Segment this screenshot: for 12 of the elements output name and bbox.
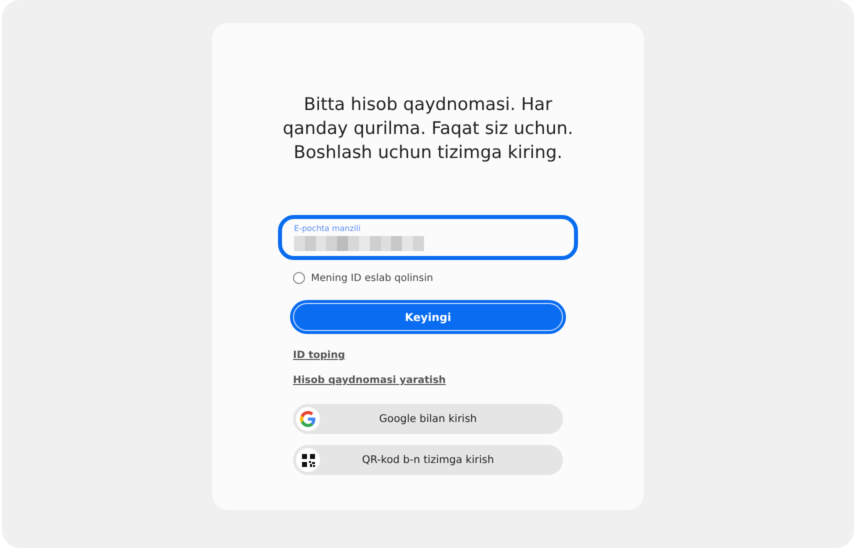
radio-button[interactable] (293, 272, 305, 284)
remember-id-option[interactable]: Mening ID eslab qolinsin (293, 272, 578, 284)
heading: Bitta hisob qaydnomasi. Har qanday qurilma. Faqat siz uchun. Boshlash uchun tizimga kiring. (282, 94, 574, 165)
field-label: E-pochta manzili (294, 224, 362, 233)
option-label: Mening ID eslab qolinsin (311, 272, 434, 284)
google-icon (300, 411, 316, 427)
link[interactable]: ID toping (293, 350, 346, 361)
qr-code-icon (302, 454, 314, 466)
sign-in-option-button[interactable]: Google bilan kirish (293, 404, 563, 434)
link[interactable]: Hisob qaydnomasi yaratish (293, 375, 446, 386)
sign-in-option-button[interactable]: QR-kod b-n tizimga kirish (293, 445, 563, 475)
next-button[interactable]: Keyingi (290, 300, 566, 334)
